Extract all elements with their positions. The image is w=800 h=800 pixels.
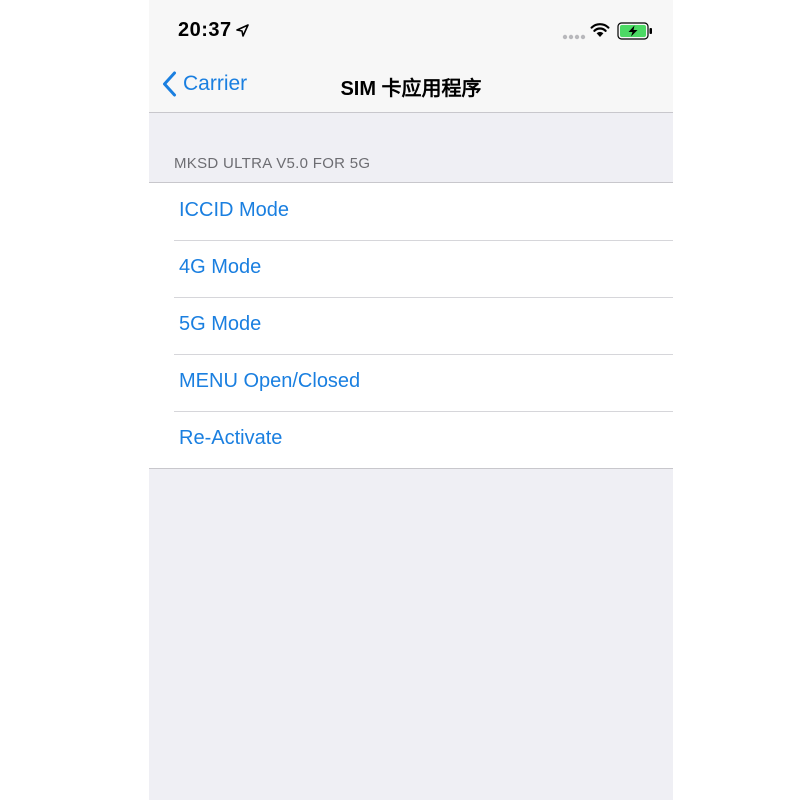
status-time: 20:37: [178, 19, 232, 41]
list-item-menu-open-closed[interactable]: MENU Open/Closed: [149, 354, 673, 411]
cellular-signal-icon: [562, 34, 586, 40]
battery-charging-icon: [617, 22, 652, 40]
list-item-label: 5G Mode: [179, 313, 262, 335]
list-item-re-activate[interactable]: Re-Activate: [149, 411, 673, 468]
list-item-label: Re-Activate: [179, 427, 283, 449]
page-title: SIM 卡应用程序: [340, 78, 482, 100]
sim-menu-list: ICCID Mode 4G Mode 5G Mode MENU Open/Clo…: [149, 182, 673, 469]
list-item-label: 4G Mode: [179, 256, 262, 278]
list-item-label: MENU Open/Closed: [179, 370, 361, 392]
list-item-5g-mode[interactable]: 5G Mode: [149, 297, 673, 354]
section-header: MKSD ULTRA V5.0 FOR 5G: [174, 155, 371, 172]
phone-screen: 20:37 Carrier SIM 卡应用程序 MKSD ULTRA V5.0 …: [149, 0, 673, 800]
navigation-bar: Carrier SIM 卡应用程序: [149, 58, 673, 113]
list-item-label: ICCID Mode: [179, 199, 290, 221]
location-arrow-icon: [236, 24, 249, 37]
list-item-iccid-mode[interactable]: ICCID Mode: [149, 183, 673, 240]
wifi-icon: [590, 23, 610, 37]
list-item-4g-mode[interactable]: 4G Mode: [149, 240, 673, 297]
status-bar: 20:37: [149, 0, 673, 58]
